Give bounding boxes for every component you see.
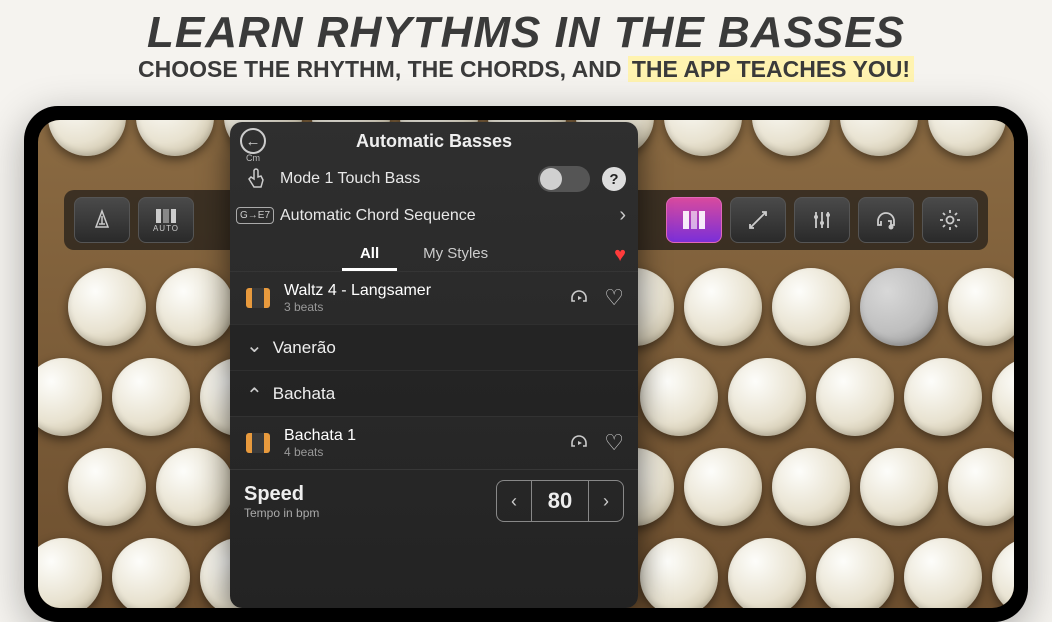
- touch-icon: [245, 167, 265, 191]
- bass-button[interactable]: [816, 358, 894, 436]
- bass-button[interactable]: [112, 358, 190, 436]
- automatic-basses-panel: ← Cm Automatic Basses Mode 1 Touch Bass …: [230, 122, 638, 608]
- style-item-waltz[interactable]: Waltz 4 - Langsamer 3 beats ♡: [230, 271, 638, 324]
- bass-button[interactable]: [904, 538, 982, 608]
- bass-button[interactable]: [640, 538, 718, 608]
- bass-button[interactable]: [860, 448, 938, 526]
- bass-button[interactable]: [860, 268, 938, 346]
- back-button[interactable]: ← Cm: [240, 128, 266, 163]
- back-arrow-icon: ←: [246, 133, 261, 150]
- resize-button[interactable]: [730, 197, 786, 243]
- chord-seq-icon: G→E7: [236, 207, 274, 224]
- bass-button[interactable]: [68, 268, 146, 346]
- bass-button[interactable]: [728, 358, 806, 436]
- bass-button[interactable]: [752, 120, 830, 156]
- metronome-icon: [90, 208, 114, 232]
- bass-button[interactable]: [664, 120, 742, 156]
- bass-button[interactable]: [772, 268, 850, 346]
- bass-button[interactable]: [684, 268, 762, 346]
- support-button[interactable]: [858, 197, 914, 243]
- bass-button[interactable]: [38, 538, 102, 608]
- bass-button[interactable]: [816, 538, 894, 608]
- device-frame: AUTO ← Cm Automatic Basses Mode 1 Touch …: [24, 106, 1028, 622]
- app-screen: AUTO ← Cm Automatic Basses Mode 1 Touch …: [38, 120, 1014, 608]
- style-tabs: All My Styles ♥: [242, 239, 626, 271]
- speed-decrease-button[interactable]: ‹: [497, 481, 531, 521]
- bass-button[interactable]: [992, 538, 1014, 608]
- bass-button[interactable]: [772, 448, 850, 526]
- promo-highlight: THE APP TEACHES YOU!: [628, 56, 914, 82]
- speed-increase-button[interactable]: ›: [589, 481, 623, 521]
- bass-button[interactable]: [948, 448, 1014, 526]
- bass-button[interactable]: [640, 358, 718, 436]
- resize-icon: [747, 209, 769, 231]
- help-button[interactable]: ?: [602, 167, 626, 191]
- bass-button[interactable]: [840, 120, 918, 156]
- accordion-small-icon: [246, 433, 270, 453]
- tab-my-styles[interactable]: My Styles: [405, 239, 506, 271]
- accordion-small-icon: [155, 208, 177, 224]
- mixer-button[interactable]: [794, 197, 850, 243]
- chord-sequence-row[interactable]: G→E7 Automatic Chord Sequence ›: [230, 198, 638, 233]
- metronome-button[interactable]: [74, 197, 130, 243]
- speed-stepper: ‹ 80 ›: [496, 480, 624, 522]
- auto-button[interactable]: AUTO: [138, 197, 194, 243]
- style-meta: 4 beats: [284, 445, 556, 459]
- preview-play-icon[interactable]: [568, 287, 590, 309]
- bass-button[interactable]: [156, 268, 234, 346]
- group-bachata[interactable]: ⌃ Bachata: [230, 370, 638, 416]
- bass-button[interactable]: [728, 538, 806, 608]
- bass-button[interactable]: [992, 358, 1014, 436]
- bass-button[interactable]: [38, 358, 102, 436]
- panel-title: Automatic Basses: [356, 131, 512, 152]
- bass-button[interactable]: [136, 120, 214, 156]
- chevron-right-icon: ›: [619, 204, 626, 227]
- bass-button[interactable]: [112, 538, 190, 608]
- chord-sequence-label: Automatic Chord Sequence: [280, 207, 607, 225]
- style-meta: 3 beats: [284, 300, 556, 314]
- settings-button[interactable]: [922, 197, 978, 243]
- group-vanerao[interactable]: ⌄ Vanerão: [230, 324, 638, 370]
- bass-button[interactable]: [928, 120, 1006, 156]
- headset-icon: [874, 209, 898, 231]
- bass-button[interactable]: [904, 358, 982, 436]
- accordion-icon: [682, 210, 706, 230]
- bass-button[interactable]: [948, 268, 1014, 346]
- style-name: Bachata 1: [284, 427, 556, 445]
- favorite-heart-icon[interactable]: ♡: [604, 285, 624, 311]
- speed-value[interactable]: 80: [531, 481, 589, 521]
- speed-title: Speed: [244, 483, 319, 506]
- promo-title: LEARN RHYTHMS IN THE BASSES: [0, 0, 1052, 58]
- sliders-icon: [811, 209, 833, 231]
- chevron-down-icon: ⌄: [246, 333, 263, 358]
- tab-all[interactable]: All: [342, 239, 397, 271]
- group-label: Bachata: [273, 384, 335, 404]
- speed-subtitle: Tempo in bpm: [244, 506, 319, 520]
- preview-play-icon[interactable]: [568, 432, 590, 454]
- style-item-bachata1[interactable]: Bachata 1 4 beats ♡: [230, 416, 638, 469]
- touch-bass-label: Mode 1 Touch Bass: [280, 170, 526, 188]
- bass-button[interactable]: [68, 448, 146, 526]
- bass-button[interactable]: [156, 448, 234, 526]
- style-name: Waltz 4 - Langsamer: [284, 282, 556, 300]
- chevron-up-icon: ⌃: [246, 383, 263, 408]
- accordion-small-icon: [246, 288, 270, 308]
- group-label: Vanerão: [273, 338, 336, 358]
- bass-button[interactable]: [48, 120, 126, 156]
- touch-bass-row: Mode 1 Touch Bass ?: [230, 160, 638, 198]
- favorites-filter-icon[interactable]: ♥: [614, 244, 626, 267]
- bass-button[interactable]: [684, 448, 762, 526]
- back-sublabel: Cm: [240, 153, 266, 163]
- favorite-heart-icon[interactable]: ♡: [604, 430, 624, 456]
- speed-row: Speed Tempo in bpm ‹ 80 ›: [230, 469, 638, 532]
- gear-icon: [938, 208, 962, 232]
- touch-bass-toggle[interactable]: [538, 166, 590, 192]
- promo-subtitle: CHOOSE THE RHYTHM, THE CHORDS, AND THE A…: [0, 56, 1052, 83]
- accordion-view-button[interactable]: [666, 197, 722, 243]
